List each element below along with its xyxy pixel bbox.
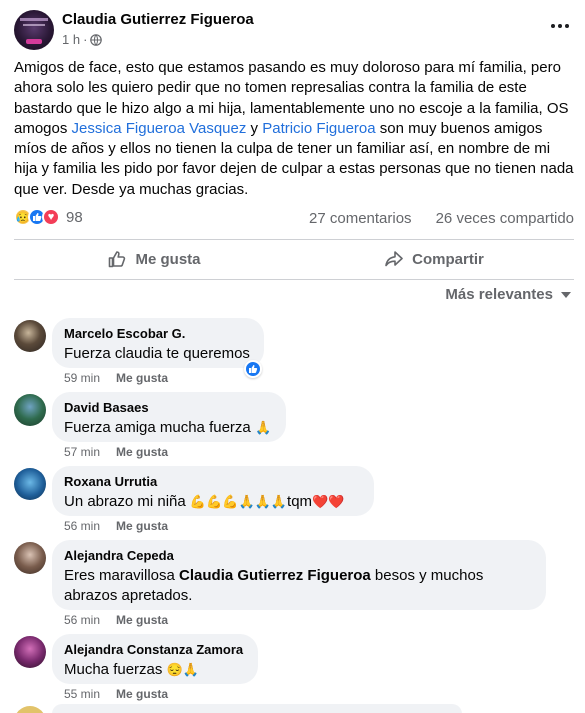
commenter-name[interactable]: Alejandra Constanza Zamora: [64, 642, 246, 658]
post-text-part2: y: [246, 119, 263, 137]
comment-text: Eres maravillosa Claudia Gutierrez Figue…: [64, 566, 534, 605]
comment-text-body: Fuerza amiga mucha fuerza: [64, 419, 251, 436]
commenter-avatar[interactable]: [14, 320, 46, 352]
comment-meta: 56 min Me gusta: [64, 613, 168, 627]
comment-time[interactable]: 57 min: [64, 445, 100, 459]
commenter-name[interactable]: Roxana Urrutia: [64, 474, 362, 490]
comment-like-badge-icon[interactable]: [244, 360, 262, 378]
comment-time[interactable]: 56 min: [64, 519, 100, 533]
more-options-icon[interactable]: [546, 16, 574, 36]
divider-bottom: [14, 279, 574, 280]
comment-emoji: 🙏: [254, 420, 272, 435]
like-button[interactable]: Me gusta: [14, 241, 294, 277]
commenter-name[interactable]: David Basaes: [64, 400, 274, 416]
comment-meta: 56 min Me gusta: [64, 519, 168, 533]
mention-patricio[interactable]: Patricio Figueroa: [262, 120, 375, 137]
post-stats: 😥 ♥ 98 27 comentarios 26 veces compartid…: [14, 206, 574, 230]
comment-bubble: [52, 704, 462, 713]
comment-text-tail: tqm: [287, 493, 313, 510]
comment-time[interactable]: 59 min: [64, 371, 100, 385]
comment-like-link[interactable]: Me gusta: [116, 687, 168, 701]
post-actions: Me gusta Compartir: [14, 241, 574, 277]
author-name[interactable]: Claudia Gutierrez Figueroa: [62, 11, 254, 28]
comment-text: Fuerza claudia te queremos: [64, 345, 250, 362]
reaction-summary[interactable]: 😥 ♥ 98: [14, 208, 83, 226]
love-reaction-icon: ♥: [42, 208, 60, 226]
like-button-label: Me gusta: [135, 250, 201, 268]
comment-sort-dropdown[interactable]: Más relevantes: [445, 286, 571, 303]
comment-like-link[interactable]: Me gusta: [116, 371, 168, 385]
comment-time[interactable]: 55 min: [64, 687, 100, 701]
comment-bubble: David Basaes Fuerza amiga mucha fuerza 🙏: [52, 392, 286, 442]
globe-icon: [90, 33, 103, 46]
share-button-label: Compartir: [412, 250, 484, 268]
shares-count[interactable]: 26 veces compartido: [436, 210, 574, 227]
post-meta: 1 h ·: [62, 32, 103, 47]
comment-bubble: Roxana Urrutia Un abrazo mi niña 💪💪💪🙏🙏🙏t…: [52, 466, 374, 516]
comment-mention[interactable]: Claudia Gutierrez Figueroa: [179, 567, 371, 584]
comment-bubble: Alejandra Constanza Zamora Mucha fuerzas…: [52, 634, 258, 684]
comment-time[interactable]: 56 min: [64, 613, 100, 627]
comments-count[interactable]: 27 comentarios: [309, 210, 412, 227]
share-arrow-icon: [385, 251, 403, 267]
post-time[interactable]: 1 h: [62, 32, 80, 47]
comment-meta: 57 min Me gusta: [64, 445, 168, 459]
thumbs-up-icon: [109, 251, 126, 268]
comment-emoji: 💪💪💪🙏🙏🙏: [189, 494, 288, 509]
comment-text: Un abrazo mi niña 💪💪💪🙏🙏🙏tqm❤️❤️: [64, 492, 362, 512]
reaction-count[interactable]: 98: [66, 209, 83, 226]
comment-text-b: besos y muchos: [370, 567, 484, 584]
comment-text-body: Un abrazo mi niña: [64, 493, 190, 510]
commenter-name[interactable]: Alejandra Cepeda: [64, 548, 534, 564]
post-header: Claudia Gutierrez Figueroa 1 h ·: [14, 8, 574, 50]
mention-jessica[interactable]: Jessica Figueroa Vasquez: [72, 120, 247, 137]
comment-like-link[interactable]: Me gusta: [116, 445, 168, 459]
heart-emoji: ❤️❤️: [312, 494, 345, 509]
comment-text: Mucha fuerzas 😔🙏: [64, 660, 246, 680]
comment-text-a: Eres maravillosa: [64, 567, 180, 584]
commenter-avatar[interactable]: [14, 636, 46, 668]
commenter-avatar[interactable]: [14, 468, 46, 500]
comment-meta: 59 min Me gusta: [64, 371, 168, 385]
commenter-avatar[interactable]: [14, 394, 46, 426]
comment-meta: 55 min Me gusta: [64, 687, 168, 701]
comment-bubble: Alejandra Cepeda Eres maravillosa Claudi…: [52, 540, 546, 610]
post-text: Amigos de face, esto que estamos pasando…: [14, 58, 574, 200]
commenter-name[interactable]: Marcelo Escobar G.: [64, 326, 252, 342]
comment-text-c: abrazos apretados.: [64, 586, 193, 604]
chevron-down-icon: [561, 291, 571, 298]
share-button[interactable]: Compartir: [294, 241, 574, 277]
comment-emoji: 😔🙏: [166, 662, 199, 677]
divider-top: [14, 239, 574, 240]
comment-bubble: Marcelo Escobar G. Fuerza claudia te que…: [52, 318, 264, 368]
meta-separator: ·: [83, 32, 88, 47]
commenter-avatar[interactable]: [14, 706, 46, 713]
comment-like-link[interactable]: Me gusta: [116, 613, 168, 627]
commenter-avatar[interactable]: [14, 542, 46, 574]
comment-text-body: Mucha fuerzas: [64, 661, 167, 678]
comment-text: Fuerza amiga mucha fuerza 🙏: [64, 418, 274, 438]
sort-label: Más relevantes: [445, 286, 553, 303]
comment-like-link[interactable]: Me gusta: [116, 519, 168, 533]
author-avatar[interactable]: [14, 10, 54, 50]
